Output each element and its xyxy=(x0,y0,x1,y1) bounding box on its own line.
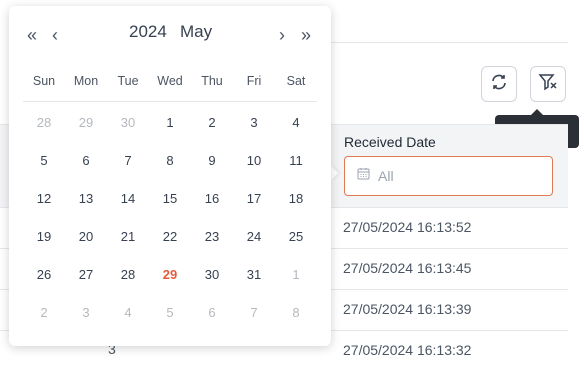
received-date-cell: 27/05/2024 16:13:45 xyxy=(343,260,472,276)
day-cell[interactable]: 29 xyxy=(149,262,191,300)
day-cell[interactable]: 11 xyxy=(275,148,317,186)
received-date-cell: 27/05/2024 16:13:39 xyxy=(343,301,472,317)
day-cell[interactable]: 10 xyxy=(233,148,275,186)
day-cell[interactable]: 2 xyxy=(23,300,65,338)
day-cell[interactable]: 24 xyxy=(233,224,275,262)
day-cell[interactable]: 13 xyxy=(65,186,107,224)
day-cell[interactable]: 16 xyxy=(191,186,233,224)
day-cell[interactable]: 6 xyxy=(191,300,233,338)
day-cell[interactable]: 8 xyxy=(275,300,317,338)
day-cell[interactable]: 21 xyxy=(107,224,149,262)
day-cell[interactable]: 5 xyxy=(149,300,191,338)
received-date-header: Received Date xyxy=(344,134,436,150)
weekday-label: Fri xyxy=(246,74,262,88)
day-cell[interactable]: 9 xyxy=(191,148,233,186)
prev-year-button[interactable]: « xyxy=(27,26,37,44)
calendar-month[interactable]: May xyxy=(180,22,212,42)
calendar-year[interactable]: 2024 xyxy=(129,22,167,42)
day-cell[interactable]: 25 xyxy=(275,224,317,262)
day-cell[interactable]: 14 xyxy=(107,186,149,224)
page-divider xyxy=(330,42,568,43)
day-cell[interactable]: 26 xyxy=(23,262,65,300)
day-cell[interactable]: 12 xyxy=(23,186,65,224)
day-cell[interactable]: 8 xyxy=(149,148,191,186)
day-cell[interactable]: 30 xyxy=(191,262,233,300)
day-cell[interactable]: 7 xyxy=(107,148,149,186)
clear-filters-button[interactable] xyxy=(530,66,566,102)
day-cell[interactable]: 30 xyxy=(107,110,149,148)
day-cell[interactable]: 5 xyxy=(23,148,65,186)
weekday-label: Thu xyxy=(201,74,223,88)
day-cell[interactable]: 28 xyxy=(23,110,65,148)
day-cell[interactable]: 3 xyxy=(233,110,275,148)
refresh-button[interactable] xyxy=(481,66,517,102)
day-cell[interactable]: 29 xyxy=(65,110,107,148)
prev-month-button[interactable]: ‹ xyxy=(52,26,58,44)
day-cell[interactable]: 18 xyxy=(275,186,317,224)
day-cell[interactable]: 1 xyxy=(149,110,191,148)
calendar-icon xyxy=(357,167,370,185)
day-cell[interactable]: 15 xyxy=(149,186,191,224)
received-date-cell: 27/05/2024 16:13:52 xyxy=(343,219,472,235)
received-date-cell: 27/05/2024 16:13:32 xyxy=(343,342,472,358)
day-cell[interactable]: 17 xyxy=(233,186,275,224)
weekday-label: Sat xyxy=(286,74,306,88)
day-cell[interactable]: 19 xyxy=(23,224,65,262)
refresh-icon xyxy=(489,72,509,97)
day-cell[interactable]: 20 xyxy=(65,224,107,262)
filter-clear-icon xyxy=(538,72,558,97)
day-cell[interactable]: 4 xyxy=(107,300,149,338)
day-cell[interactable]: 31 xyxy=(233,262,275,300)
next-year-button[interactable]: » xyxy=(301,26,311,44)
day-cell[interactable]: 27 xyxy=(65,262,107,300)
day-grid: 28 29 30 1 2 3 4 5 6 7 8 9 10 11 12 13 14 15 16 17 18 19 20 21 2… xyxy=(23,110,317,338)
next-month-button[interactable]: › xyxy=(279,26,285,44)
date-picker-popup: « ‹ 2024 May › » Sun Mon Tue Wed Thu Fri… xyxy=(9,6,331,346)
day-cell[interactable]: 22 xyxy=(149,224,191,262)
day-cell[interactable]: 23 xyxy=(191,224,233,262)
day-cell[interactable]: 1 xyxy=(275,262,317,300)
day-cell[interactable]: 4 xyxy=(275,110,317,148)
weekday-label: Mon xyxy=(73,74,99,88)
day-cell[interactable]: 7 xyxy=(233,300,275,338)
weekday-label: Sun xyxy=(32,74,56,88)
weekday-header: Sun Mon Tue Wed Thu Fri Sat xyxy=(23,74,317,102)
weekday-label: Wed xyxy=(157,74,183,88)
filter-placeholder: All xyxy=(378,168,394,184)
day-cell[interactable]: 2 xyxy=(191,110,233,148)
day-cell[interactable]: 6 xyxy=(65,148,107,186)
weekday-label: Tue xyxy=(117,74,139,88)
day-cell[interactable]: 3 xyxy=(65,300,107,338)
day-cell[interactable]: 28 xyxy=(107,262,149,300)
received-date-filter-input[interactable]: All xyxy=(344,156,553,196)
